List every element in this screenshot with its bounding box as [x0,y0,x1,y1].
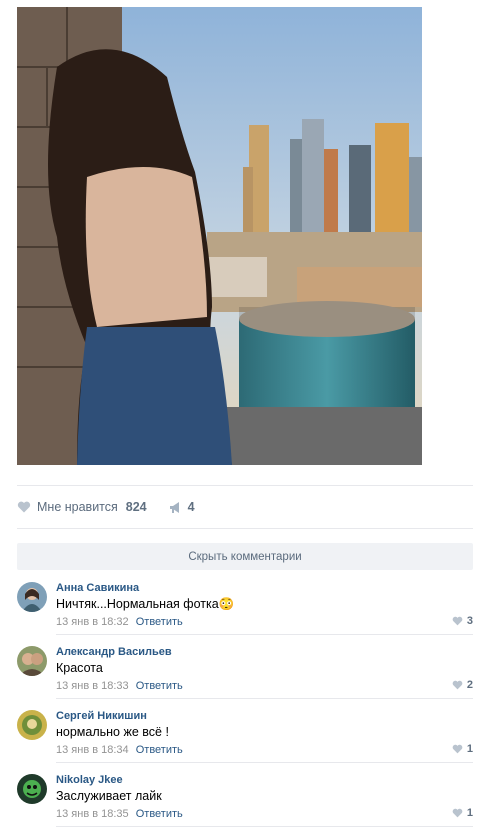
heart-icon [452,808,463,818]
comment-author[interactable]: Александр Васильев [56,646,172,658]
post-actions: Мне нравится 824 4 [17,498,195,516]
reply-link[interactable]: Ответить [136,744,183,756]
reply-link[interactable]: Ответить [136,616,183,628]
comment: Сергей Никишин нормально же всё ! 13 янв… [17,707,473,767]
comment-like-button[interactable]: 1 [452,807,473,819]
comment-author[interactable]: Сергей Никишин [56,710,147,722]
avatar[interactable] [17,582,47,612]
comment-meta: 13 янв в 18:34 Ответить [56,744,183,756]
reply-link[interactable]: Ответить [136,680,183,692]
share-count: 4 [187,500,195,514]
comment-like-button[interactable]: 2 [452,679,473,691]
avatar[interactable] [17,646,47,676]
comment-divider [56,826,473,827]
comment: Александр Васильев Красота 13 янв в 18:3… [17,643,473,703]
comment-divider [56,762,473,763]
photo-divider [17,485,473,486]
megaphone-icon [169,501,179,513]
like-count: 824 [125,500,147,514]
heart-icon [452,680,463,690]
comment-meta: 13 янв в 18:35 Ответить [56,808,183,820]
flushed-emoji: 😳 [218,597,235,611]
avatar[interactable] [17,710,47,740]
comment-divider [56,698,473,699]
reply-link[interactable]: Ответить [136,808,183,820]
hide-comments-button[interactable]: Скрыть комментарии [17,543,473,570]
actions-divider [17,528,473,529]
comment-text: нормально же всё ! [56,725,169,739]
comment-like-count: 3 [466,615,473,627]
comment-meta: 13 янв в 18:32 Ответить [56,616,183,628]
comment-text: Красота [56,661,103,675]
comment-like-count: 2 [466,679,473,691]
photo-image [17,7,422,465]
comment-meta: 13 янв в 18:33 Ответить [56,680,183,692]
comment-author[interactable]: Анна Савикина [56,582,139,594]
avatar[interactable] [17,774,47,804]
comment-author[interactable]: Nikolay Jkee [56,774,123,786]
comment: Nikolay Jkee Заслуживает лайк 13 янв в 1… [17,771,473,831]
like-label: Мне нравится [37,500,118,514]
comment-date[interactable]: 13 янв в 18:35 [56,808,129,820]
comment-text-body: Ничтяк...Нормальная фотка [56,597,219,611]
comment-date[interactable]: 13 янв в 18:33 [56,680,129,692]
comment-like-count: 1 [466,743,473,755]
hide-comments-label: Скрыть комментарии [188,550,302,563]
comment-text: Ничтяк...Нормальная фотка😳 [56,597,234,612]
comment-divider [56,634,473,635]
comment-date[interactable]: 13 янв в 18:32 [56,616,129,628]
comment: Анна Савикина Ничтяк...Нормальная фотка😳… [17,579,473,639]
heart-icon [17,501,31,513]
heart-icon [452,744,463,754]
post-photo[interactable] [17,7,422,465]
comment-text: Заслуживает лайк [56,789,162,803]
comment-like-button[interactable]: 1 [452,743,473,755]
comment-like-button[interactable]: 3 [452,615,473,627]
like-button[interactable]: Мне нравится 824 [17,500,147,514]
comment-like-count: 1 [466,807,473,819]
heart-icon [452,616,463,626]
share-button[interactable]: 4 [169,500,195,514]
comment-date[interactable]: 13 янв в 18:34 [56,744,129,756]
